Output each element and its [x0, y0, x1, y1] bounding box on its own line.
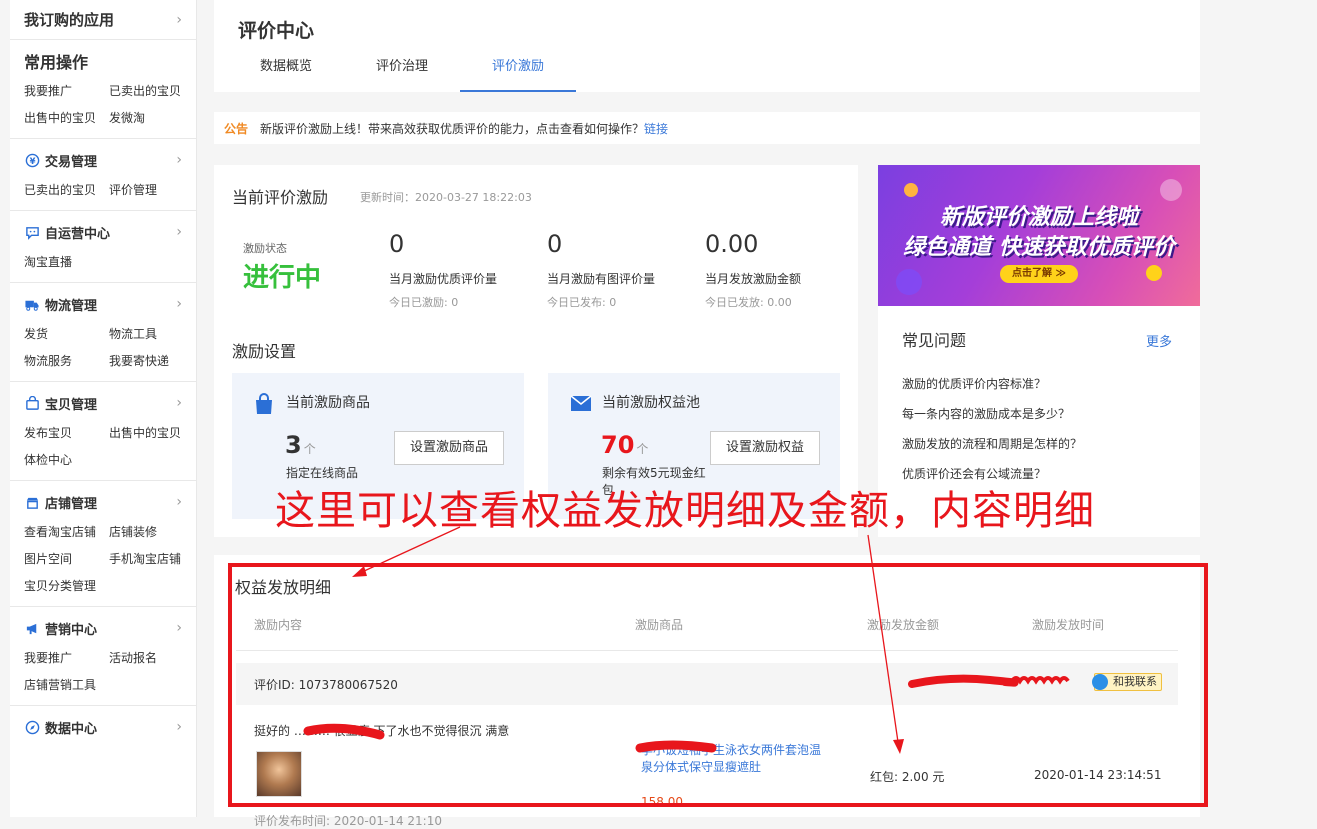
highlight-box — [228, 563, 1208, 807]
annotation-caption: 这里可以查看权益发放明细及金额，内容明细 — [275, 488, 1095, 534]
